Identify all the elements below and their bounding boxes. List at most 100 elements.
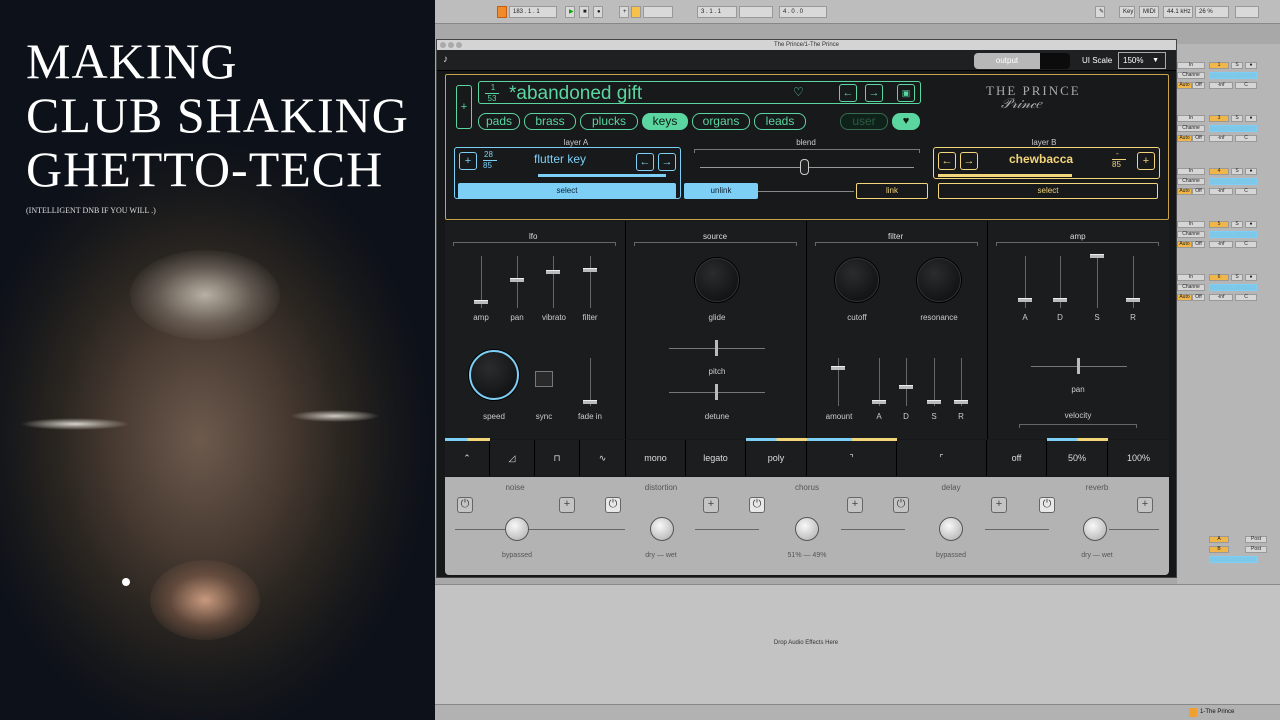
loop-length-display[interactable]: 4 . 0 . 0 <box>779 6 827 18</box>
lfo-pan-handle[interactable] <box>510 278 524 282</box>
glide-knob[interactable] <box>695 258 739 302</box>
poly-mode-button[interactable]: poly <box>746 438 807 476</box>
input-type-dropdown[interactable]: In <box>1177 274 1205 281</box>
output-level-control[interactable]: output <box>974 53 1070 69</box>
pitch-slider-handle[interactable] <box>715 340 718 356</box>
layer-b-select-button[interactable]: select <box>938 183 1158 199</box>
input-type-dropdown[interactable]: In <box>1177 221 1205 228</box>
filter-lowpass-button[interactable]: ⌝ <box>807 438 897 476</box>
previous-preset-button[interactable]: ← <box>839 84 857 102</box>
lfo-sync-toggle[interactable] <box>535 371 553 387</box>
track-activator[interactable]: 3 <box>1209 115 1229 122</box>
chorus-add-button[interactable]: + <box>847 497 863 513</box>
layer-a-select-button[interactable]: select <box>458 183 676 199</box>
lfo-filter-slider[interactable] <box>590 256 591 308</box>
monitor-auto-button[interactable]: Auto <box>1177 294 1192 301</box>
reverb-power-icon[interactable]: ⏻ <box>1039 497 1055 513</box>
volume-field[interactable]: 0 <box>1209 178 1257 185</box>
category-keys[interactable]: keys <box>642 113 688 130</box>
return-track-a[interactable]: A <box>1209 536 1229 543</box>
input-channel-dropdown[interactable]: Channe <box>1177 125 1205 132</box>
filter-sustain-handle[interactable] <box>927 400 941 404</box>
input-type-dropdown[interactable]: In <box>1177 115 1205 122</box>
arm-button[interactable]: ● <box>1245 274 1257 281</box>
lfo-shape-random[interactable]: ∿ <box>580 440 626 476</box>
category-pads[interactable]: pads <box>478 113 520 130</box>
legato-mode-button[interactable]: legato <box>686 440 746 476</box>
solo-button[interactable]: S <box>1231 115 1243 122</box>
reverb-add-button[interactable]: + <box>1137 497 1153 513</box>
meter-readout[interactable]: -inf <box>1209 241 1233 248</box>
layer-a-add-button[interactable]: + <box>459 152 477 170</box>
track-activator[interactable]: 1 <box>1209 62 1229 69</box>
filter-release-handle[interactable] <box>954 400 968 404</box>
delay-add-button[interactable]: + <box>991 497 1007 513</box>
noise-knob[interactable] <box>505 517 529 541</box>
filter-decay-handle[interactable] <box>899 385 913 389</box>
input-channel-dropdown[interactable]: Channe <box>1177 178 1205 185</box>
detune-slider-handle[interactable] <box>715 384 718 400</box>
arm-button[interactable]: ● <box>1245 62 1257 69</box>
noise-add-button[interactable]: + <box>559 497 575 513</box>
close-window-icon[interactable] <box>440 42 446 48</box>
lfo-vibrato-handle[interactable] <box>546 270 560 274</box>
distortion-knob[interactable] <box>650 517 674 541</box>
category-leads[interactable]: leads <box>754 113 806 130</box>
velocity-off-button[interactable]: off <box>987 440 1047 476</box>
arm-button[interactable]: ● <box>1245 115 1257 122</box>
track-activator[interactable]: 5 <box>1209 221 1229 228</box>
meter-readout[interactable]: -inf <box>1209 135 1233 142</box>
layer-a-next-button[interactable]: → <box>658 153 676 171</box>
monitor-auto-button[interactable]: Auto <box>1177 135 1192 142</box>
lfo-speed-knob[interactable] <box>469 350 519 400</box>
lfo-filter-handle[interactable] <box>583 268 597 272</box>
input-type-dropdown[interactable]: In <box>1177 168 1205 175</box>
zoom-window-icon[interactable] <box>456 42 462 48</box>
loop-controls[interactable] <box>643 6 673 18</box>
filter-attack-slider[interactable] <box>879 358 880 406</box>
lfo-pan-slider[interactable] <box>517 256 518 308</box>
filter-release-slider[interactable] <box>961 358 962 406</box>
pan-field[interactable]: C <box>1235 82 1257 89</box>
input-channel-dropdown[interactable]: Channe <box>1177 72 1205 79</box>
monitor-off-button[interactable]: Off <box>1192 241 1205 248</box>
monitor-off-button[interactable]: Off <box>1192 294 1205 301</box>
monitor-off-button[interactable]: Off <box>1192 135 1205 142</box>
filter-amount-handle[interactable] <box>831 366 845 370</box>
preset-selector[interactable]: 1 53 *abandoned gift ♡ ← → ▣ <box>478 81 921 104</box>
filter-highpass-button[interactable]: ⌜ <box>897 440 987 476</box>
monitor-auto-button[interactable]: Auto <box>1177 82 1192 89</box>
volume-field[interactable]: 0 <box>1209 125 1257 132</box>
monitor-auto-button[interactable]: Auto <box>1177 241 1192 248</box>
meter-readout[interactable]: -inf <box>1209 82 1233 89</box>
post-button[interactable]: Post <box>1245 536 1267 543</box>
layer-a-previous-button[interactable]: ← <box>636 153 654 171</box>
amp-sustain-handle[interactable] <box>1090 254 1104 258</box>
category-organs[interactable]: organs <box>692 113 750 130</box>
category-user[interactable]: user <box>840 113 888 130</box>
record-button[interactable]: ● <box>593 6 603 18</box>
layer-b-add-button[interactable]: + <box>1137 152 1155 170</box>
arm-button[interactable]: ● <box>1245 168 1257 175</box>
amp-pan-slider-handle[interactable] <box>1077 358 1080 374</box>
pan-field[interactable]: C <box>1235 294 1257 301</box>
follow-button[interactable] <box>497 6 507 18</box>
favorites-heart-icon[interactable]: ♥ <box>892 113 920 130</box>
filter-sustain-slider[interactable] <box>934 358 935 406</box>
volume-field[interactable]: 0 <box>1209 231 1257 238</box>
overdub-button[interactable]: + <box>619 6 629 18</box>
track-activator[interactable]: 4 <box>1209 168 1229 175</box>
blend-slider-handle[interactable] <box>800 159 809 175</box>
monitor-off-button[interactable]: Off <box>1192 188 1205 195</box>
lfo-shape-square[interactable]: ⊓ <box>535 440 580 476</box>
amp-decay-handle[interactable] <box>1053 298 1067 302</box>
lfo-fade-in-handle[interactable] <box>583 400 597 404</box>
filter-decay-slider[interactable] <box>906 358 907 406</box>
volume-field[interactable]: 0 <box>1209 72 1257 79</box>
monitor-off-button[interactable]: Off <box>1192 82 1205 89</box>
lfo-fade-in-slider[interactable] <box>590 358 591 406</box>
cutoff-knob[interactable] <box>835 258 879 302</box>
return-track-b[interactable]: B <box>1209 546 1229 553</box>
solo-button[interactable]: S <box>1231 274 1243 281</box>
lfo-vibrato-slider[interactable] <box>553 256 554 308</box>
